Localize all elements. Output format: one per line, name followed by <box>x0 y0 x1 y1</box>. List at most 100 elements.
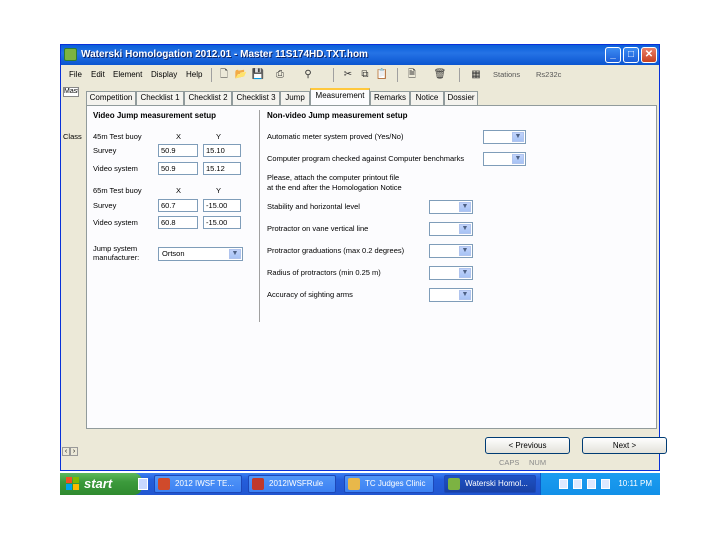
survey1-x-field[interactable]: 50.9 <box>158 144 198 157</box>
port-label[interactable]: Rs232c <box>536 70 561 79</box>
menu-file[interactable]: File <box>69 70 82 79</box>
menu-bar: File Edit Element Display Help 🗋 📂 💾 ⎙ ⚲… <box>61 66 659 84</box>
network-icon[interactable] <box>559 479 568 489</box>
folder-icon <box>348 478 360 490</box>
print-icon[interactable]: ⎙ <box>273 68 287 81</box>
tab-remarks[interactable]: Remarks <box>370 91 410 105</box>
num-indicator: NUM <box>529 458 547 467</box>
previous-button[interactable]: < Previous <box>485 437 570 454</box>
buoy45-y-header: Y <box>216 132 222 141</box>
cut-icon[interactable]: ✂ <box>341 68 355 81</box>
open-folder-icon[interactable]: 📂 <box>234 68 248 81</box>
video2-y-field[interactable]: -15.00 <box>203 216 241 229</box>
survey1-label: Survey <box>93 146 117 155</box>
chevron-down-icon[interactable]: ▼ <box>459 246 471 256</box>
tab-jump[interactable]: Jump <box>280 91 310 105</box>
chevron-down-icon[interactable]: ▼ <box>512 132 524 142</box>
menu-edit[interactable]: Edit <box>91 70 105 79</box>
tab-notice[interactable]: Notice <box>410 91 444 105</box>
menu-help[interactable]: Help <box>186 70 202 79</box>
chevron-down-icon[interactable]: ▼ <box>459 202 471 212</box>
title-bar[interactable]: Waterski Homologation 2012.01 - Master 1… <box>61 45 659 65</box>
menu-display[interactable]: Display <box>151 70 177 79</box>
app-icon <box>448 478 460 490</box>
buoy65-y-header: Y <box>216 186 222 195</box>
tab-checklist-2[interactable]: Checklist 2 <box>184 91 232 105</box>
q1-select[interactable]: ▼ <box>483 130 526 144</box>
windows-logo-icon <box>66 477 79 490</box>
q8-select[interactable]: ▼ <box>429 288 473 302</box>
q7-select[interactable]: ▼ <box>429 266 473 280</box>
close-button[interactable]: ✕ <box>641 47 657 63</box>
q4-label: Stability and horizontal level <box>267 202 360 211</box>
chevron-down-icon[interactable]: ▼ <box>459 268 471 278</box>
tab-measurement[interactable]: Measurement <box>310 88 370 105</box>
preview-icon[interactable]: ⚲ <box>301 68 315 81</box>
manufacturer-label-line2: manufacturer: <box>93 253 140 262</box>
menu-element[interactable]: Element <box>113 70 142 79</box>
start-button[interactable]: start <box>60 473 142 495</box>
chevron-down-icon[interactable]: ▼ <box>459 290 471 300</box>
app-window: Waterski Homologation 2012.01 - Master 1… <box>60 44 667 471</box>
start-label: start <box>84 476 113 491</box>
survey1-y-field[interactable]: 15.10 <box>203 144 241 157</box>
document-icon[interactable]: 🗎 <box>405 68 419 81</box>
tab-checklist-1[interactable]: Checklist 1 <box>136 91 184 105</box>
task-iwsf-te[interactable]: 2012 IWSF TE... <box>154 475 242 493</box>
pdf-icon <box>252 478 264 490</box>
save-icon[interactable]: 💾 <box>251 68 265 81</box>
survey2-x-field[interactable]: 60.7 <box>158 199 198 212</box>
q2-label: Computer program checked against Compute… <box>267 154 465 163</box>
manufacturer-label-line1: Jump system <box>93 244 138 253</box>
video1-x-field[interactable]: 50.9 <box>158 162 198 175</box>
survey2-label: Survey <box>93 201 117 210</box>
q3-label-line1: Please, attach the computer printout fil… <box>267 173 400 182</box>
toolbar-separator <box>333 68 334 82</box>
task-judges-clinic[interactable]: TC Judges Clinic <box>344 475 434 493</box>
battery-icon[interactable] <box>587 479 596 489</box>
delete-icon[interactable]: 🗑 <box>433 68 447 81</box>
q8-label: Accuracy of sighting arms <box>267 290 353 299</box>
task-waterski-homol[interactable]: Waterski Homol... <box>444 475 536 493</box>
master-tab[interactable]: Mast <box>63 87 79 97</box>
survey2-y-field[interactable]: -15.00 <box>203 199 241 212</box>
app-icon <box>64 48 77 61</box>
q4-select[interactable]: ▼ <box>429 200 473 214</box>
task-label: TC Judges Clinic <box>365 479 426 488</box>
tab-competition[interactable]: Competition <box>86 91 136 105</box>
toolbar-separator <box>211 68 212 82</box>
stations-icon[interactable]: ▦ <box>469 68 483 81</box>
video1-y-field[interactable]: 15.12 <box>203 162 241 175</box>
q3-label-line2: at the end after the Homologation Notice <box>267 183 402 192</box>
q1-label: Automatic meter system proved (Yes/No) <box>267 132 404 141</box>
caps-indicator: CAPS <box>499 458 520 467</box>
manufacturer-value: Ortson <box>162 249 185 258</box>
tab-checklist-3[interactable]: Checklist 3 <box>232 91 280 105</box>
toolbar-separator <box>397 68 398 82</box>
video2-label: Video system <box>93 218 138 227</box>
toolbar-separator <box>459 68 460 82</box>
paste-icon[interactable]: 📋 <box>375 68 389 81</box>
minimize-button[interactable]: _ <box>605 47 621 63</box>
volume-icon[interactable] <box>573 479 582 489</box>
task-iwsf-rule[interactable]: 2012IWSFRule <box>248 475 336 493</box>
copy-icon[interactable]: ⧉ <box>358 68 372 81</box>
q5-select[interactable]: ▼ <box>429 222 473 236</box>
new-file-icon[interactable]: 🗋 <box>217 68 231 81</box>
maximize-button[interactable]: □ <box>623 47 639 63</box>
buoy65-x-header: X <box>176 186 182 195</box>
tab-dossier[interactable]: Dossier <box>444 91 478 105</box>
q7-label: Radius of protractors (min 0.25 m) <box>267 268 381 277</box>
security-icon[interactable] <box>601 479 610 489</box>
chevron-down-icon[interactable]: ▼ <box>229 249 241 259</box>
next-button[interactable]: Next > <box>582 437 667 454</box>
clock[interactable]: 10:11 PM <box>618 479 652 488</box>
q2-select[interactable]: ▼ <box>483 152 526 166</box>
q6-select[interactable]: ▼ <box>429 244 473 258</box>
stations-label[interactable]: Stations <box>493 70 520 79</box>
chevron-down-icon[interactable]: ▼ <box>459 224 471 234</box>
quick-launch-icon[interactable] <box>138 478 148 490</box>
manufacturer-select[interactable]: Ortson ▼ <box>158 247 243 261</box>
chevron-down-icon[interactable]: ▼ <box>512 154 524 164</box>
video2-x-field[interactable]: 60.8 <box>158 216 198 229</box>
